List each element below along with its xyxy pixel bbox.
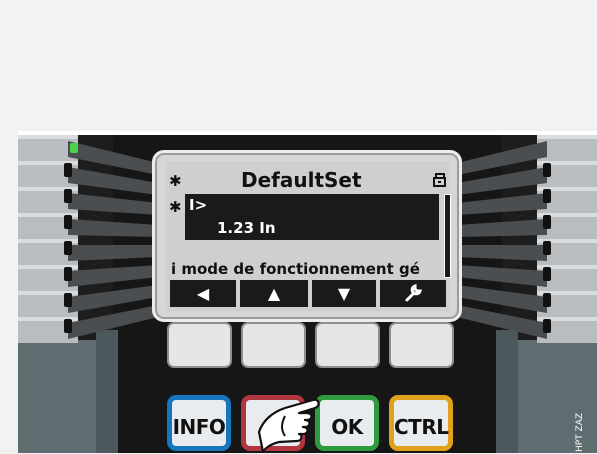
softkey-button-2[interactable] [241,322,306,368]
unlock-icon [433,173,446,187]
parameter-name: I> [189,196,208,214]
scrollbar[interactable] [444,194,451,278]
right-side-housing [518,340,597,453]
selected-parameter-row[interactable]: I> 1.23 In [185,194,439,240]
star-icon: ✱ [169,198,182,216]
left-side-housing [18,340,96,453]
arrow-up-icon: ▲ [267,284,281,303]
status-led [70,143,78,153]
lcd-screen: ✱ DefaultSet ✱ I> 1.23 In i mode de fonc… [166,161,451,311]
arrow-down-icon: ▼ [337,284,351,303]
softkey-button-1[interactable] [167,322,232,368]
wrench-icon [405,283,423,302]
screen-title: DefaultSet [241,168,362,192]
softkey-button-3[interactable] [315,322,380,368]
softkey-left: ◀ [170,280,236,307]
softkey-wrench [380,280,446,307]
star-icon: ✱ [169,172,182,190]
softkey-button-4[interactable] [389,322,454,368]
info-line: i mode de fonctionnement gé [171,260,420,278]
ctrl-button[interactable]: CTRL [389,395,453,451]
lcd-display: ✱ DefaultSet ✱ I> 1.23 In i mode de fonc… [152,150,462,322]
arrow-left-icon: ◀ [196,284,210,303]
image-watermark: HPT ZAZ [575,412,585,452]
softkey-down: ▼ [312,280,376,307]
info-button[interactable]: INFO [167,395,231,451]
softkey-up: ▲ [240,280,308,307]
parameter-value: 1.23 In [217,219,276,237]
pointing-hand-icon [257,398,320,453]
